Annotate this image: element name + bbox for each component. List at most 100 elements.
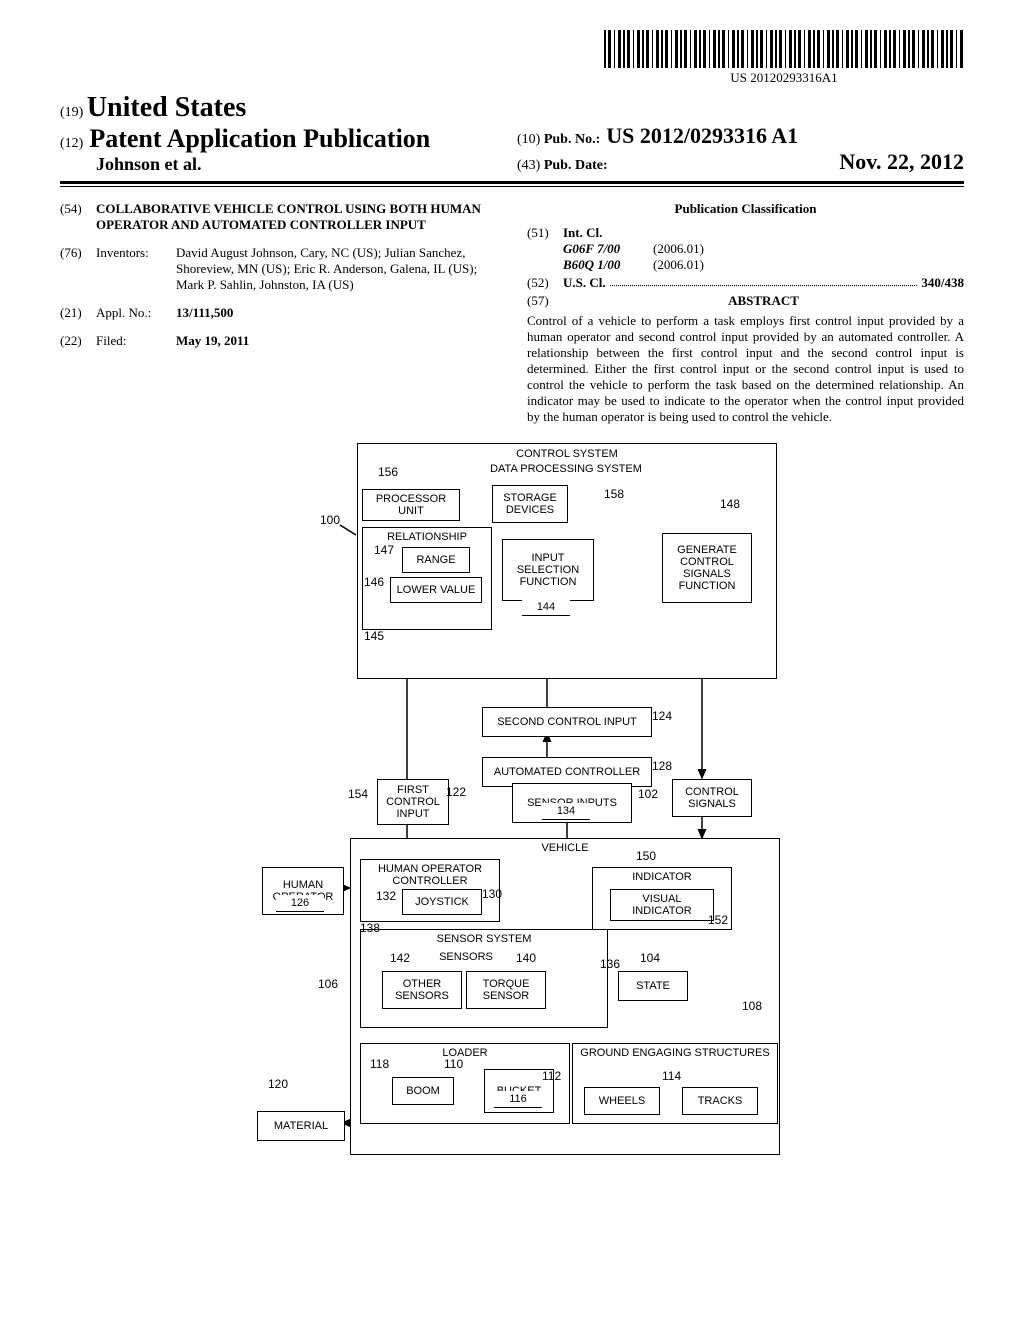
sensorsystem-label: SENSOR SYSTEM	[365, 933, 603, 945]
filed-text: May 19, 2011	[176, 333, 497, 349]
ref-132: 132	[376, 889, 396, 903]
barcode-area: US 20120293316A1	[60, 30, 964, 86]
intcl-row-0: G06F 7/00 (2006.01)	[563, 241, 964, 257]
ref-138: 138	[360, 921, 380, 935]
pubno-line: (10) Pub. No.: US 2012/0293316 A1	[517, 123, 964, 149]
figure-1: CONTROL SYSTEM DATA PROCESSING SYSTEM PR…	[232, 443, 792, 1173]
ref-122: 122	[446, 785, 466, 799]
ref-130: 130	[482, 887, 502, 901]
ref-120: 120	[268, 1077, 288, 1091]
ctrlsignals-box: CONTROL SIGNALS	[672, 779, 752, 817]
code-51: (51)	[527, 225, 563, 273]
ref-128: 128	[652, 759, 672, 773]
uscl-val: 340/438	[921, 275, 964, 291]
code-10: (10)	[517, 132, 540, 148]
ref-150: 150	[636, 849, 656, 863]
ref-112: 112	[542, 1069, 561, 1083]
field-52: (52) U.S. Cl. 340/438	[527, 275, 964, 291]
abstract-head: ABSTRACT	[563, 293, 964, 309]
classification-head: Publication Classification	[527, 201, 964, 217]
ref-142: 142	[390, 951, 410, 965]
label-76: Inventors:	[96, 245, 176, 293]
label-22: Filed:	[96, 333, 176, 349]
uscl-dots	[610, 275, 918, 286]
inputsel-box: INPUT SELECTION FUNCTION	[502, 539, 594, 601]
pub-type: Patent Application Publication	[89, 124, 430, 154]
secondci-box: SECOND CONTROL INPUT	[482, 707, 652, 737]
intcl-ver-1: (2006.01)	[653, 257, 704, 273]
ref-102: 102	[638, 787, 658, 801]
pubdate-label: Pub. Date:	[544, 158, 608, 174]
code-19: (19)	[60, 105, 83, 120]
code-57: (57)	[527, 293, 563, 309]
intcl-row-1: B60Q 1/00 (2006.01)	[563, 257, 964, 273]
header-row: (19) United States (12) Patent Applicati…	[60, 92, 964, 175]
pubdate-line: (43) Pub. Date: Nov. 22, 2012	[517, 149, 964, 175]
range-box: RANGE	[402, 547, 470, 573]
code-22: (22)	[60, 333, 96, 349]
barcode-block: US 20120293316A1	[604, 30, 964, 86]
wheels-box: WHEELS	[584, 1087, 660, 1115]
dps-label: DATA PROCESSING SYSTEM	[432, 461, 700, 477]
torquesensor-box: TORQUE SENSOR	[466, 971, 546, 1009]
indicator-label: INDICATOR	[597, 871, 727, 883]
figure-wrap: CONTROL SYSTEM DATA PROCESSING SYSTEM PR…	[60, 443, 964, 1173]
ref-110: 110	[444, 1057, 463, 1071]
ref-140: 140	[516, 951, 536, 965]
barcode-label: US 20120293316A1	[604, 70, 964, 86]
biblio-right: Publication Classification (51) Int. Cl.…	[527, 201, 964, 425]
ref-146: 146	[364, 575, 384, 589]
code-76: (76)	[60, 245, 96, 293]
ref-158: 158	[604, 487, 624, 501]
authors-line: Johnson et al.	[60, 154, 507, 175]
code-52: (52)	[527, 275, 563, 291]
ref-156: 156	[378, 465, 398, 479]
visualind-box: VISUAL INDICATOR	[610, 889, 714, 921]
code-12: (12)	[60, 136, 83, 152]
firstci-box: FIRST CONTROL INPUT	[377, 779, 449, 825]
pubdate: Nov. 22, 2012	[839, 149, 964, 175]
intcl-ver-0: (2006.01)	[653, 241, 704, 257]
ref-147: 147	[374, 543, 394, 557]
hoc-label: HUMAN OPERATOR CONTROLLER	[365, 863, 495, 887]
ref-126: 126	[276, 895, 324, 912]
relationship-label: RELATIONSHIP	[367, 531, 487, 543]
state-box: STATE	[618, 971, 688, 1001]
pubno: US 2012/0293316 A1	[606, 123, 798, 149]
inventors-text: David August Johnson, Cary, NC (US); Jul…	[176, 245, 497, 293]
code-54: (54)	[60, 201, 96, 233]
label-21: Appl. No.:	[96, 305, 176, 321]
ref-144: 144	[522, 599, 570, 616]
storage-box: STORAGE DEVICES	[492, 485, 568, 523]
processor-box: PROCESSOR UNIT	[362, 489, 460, 521]
ref-124: 124	[652, 709, 672, 723]
genctrl-label: GENERATE CONTROL SIGNALS FUNCTION	[667, 544, 747, 592]
patent-page: US 20120293316A1 (19) United States (12)…	[0, 0, 1024, 1203]
material-box: MATERIAL	[257, 1111, 345, 1141]
applno-text: 13/111,500	[176, 305, 497, 321]
abstract-text: Control of a vehicle to perform a task e…	[527, 313, 964, 425]
ges-label: GROUND ENGAGING STRUCTURES	[577, 1047, 773, 1059]
tracks-box: TRACKS	[682, 1087, 758, 1115]
ref-108: 108	[742, 999, 762, 1013]
biblio-columns: (54) COLLABORATIVE VEHICLE CONTROL USING…	[60, 201, 964, 425]
joystick-box: JOYSTICK	[402, 889, 482, 915]
country: United States	[87, 92, 246, 123]
ref-154: 154	[348, 787, 368, 801]
ref-152: 152	[708, 913, 728, 927]
field-51: (51) Int. Cl. G06F 7/00 (2006.01) B60Q 1…	[527, 225, 964, 273]
code-21: (21)	[60, 305, 96, 321]
pub-type-line: (12) Patent Application Publication	[60, 124, 507, 154]
othersensors-box: OTHER SENSORS	[382, 971, 462, 1009]
code-43: (43)	[517, 158, 540, 174]
lowervalue-box: LOWER VALUE	[390, 577, 482, 603]
ref-145: 145	[364, 629, 384, 643]
ref-136: 136	[600, 957, 620, 971]
intcl-code-1: B60Q 1/00	[563, 257, 653, 273]
control-system-label: CONTROL SYSTEM	[362, 448, 772, 460]
pubno-label: Pub. No.:	[544, 132, 600, 148]
field-22: (22) Filed: May 19, 2011	[60, 333, 497, 349]
field-54: (54) COLLABORATIVE VEHICLE CONTROL USING…	[60, 201, 497, 233]
header-rule	[60, 181, 964, 187]
genctrl-box: GENERATE CONTROL SIGNALS FUNCTION	[662, 533, 752, 603]
